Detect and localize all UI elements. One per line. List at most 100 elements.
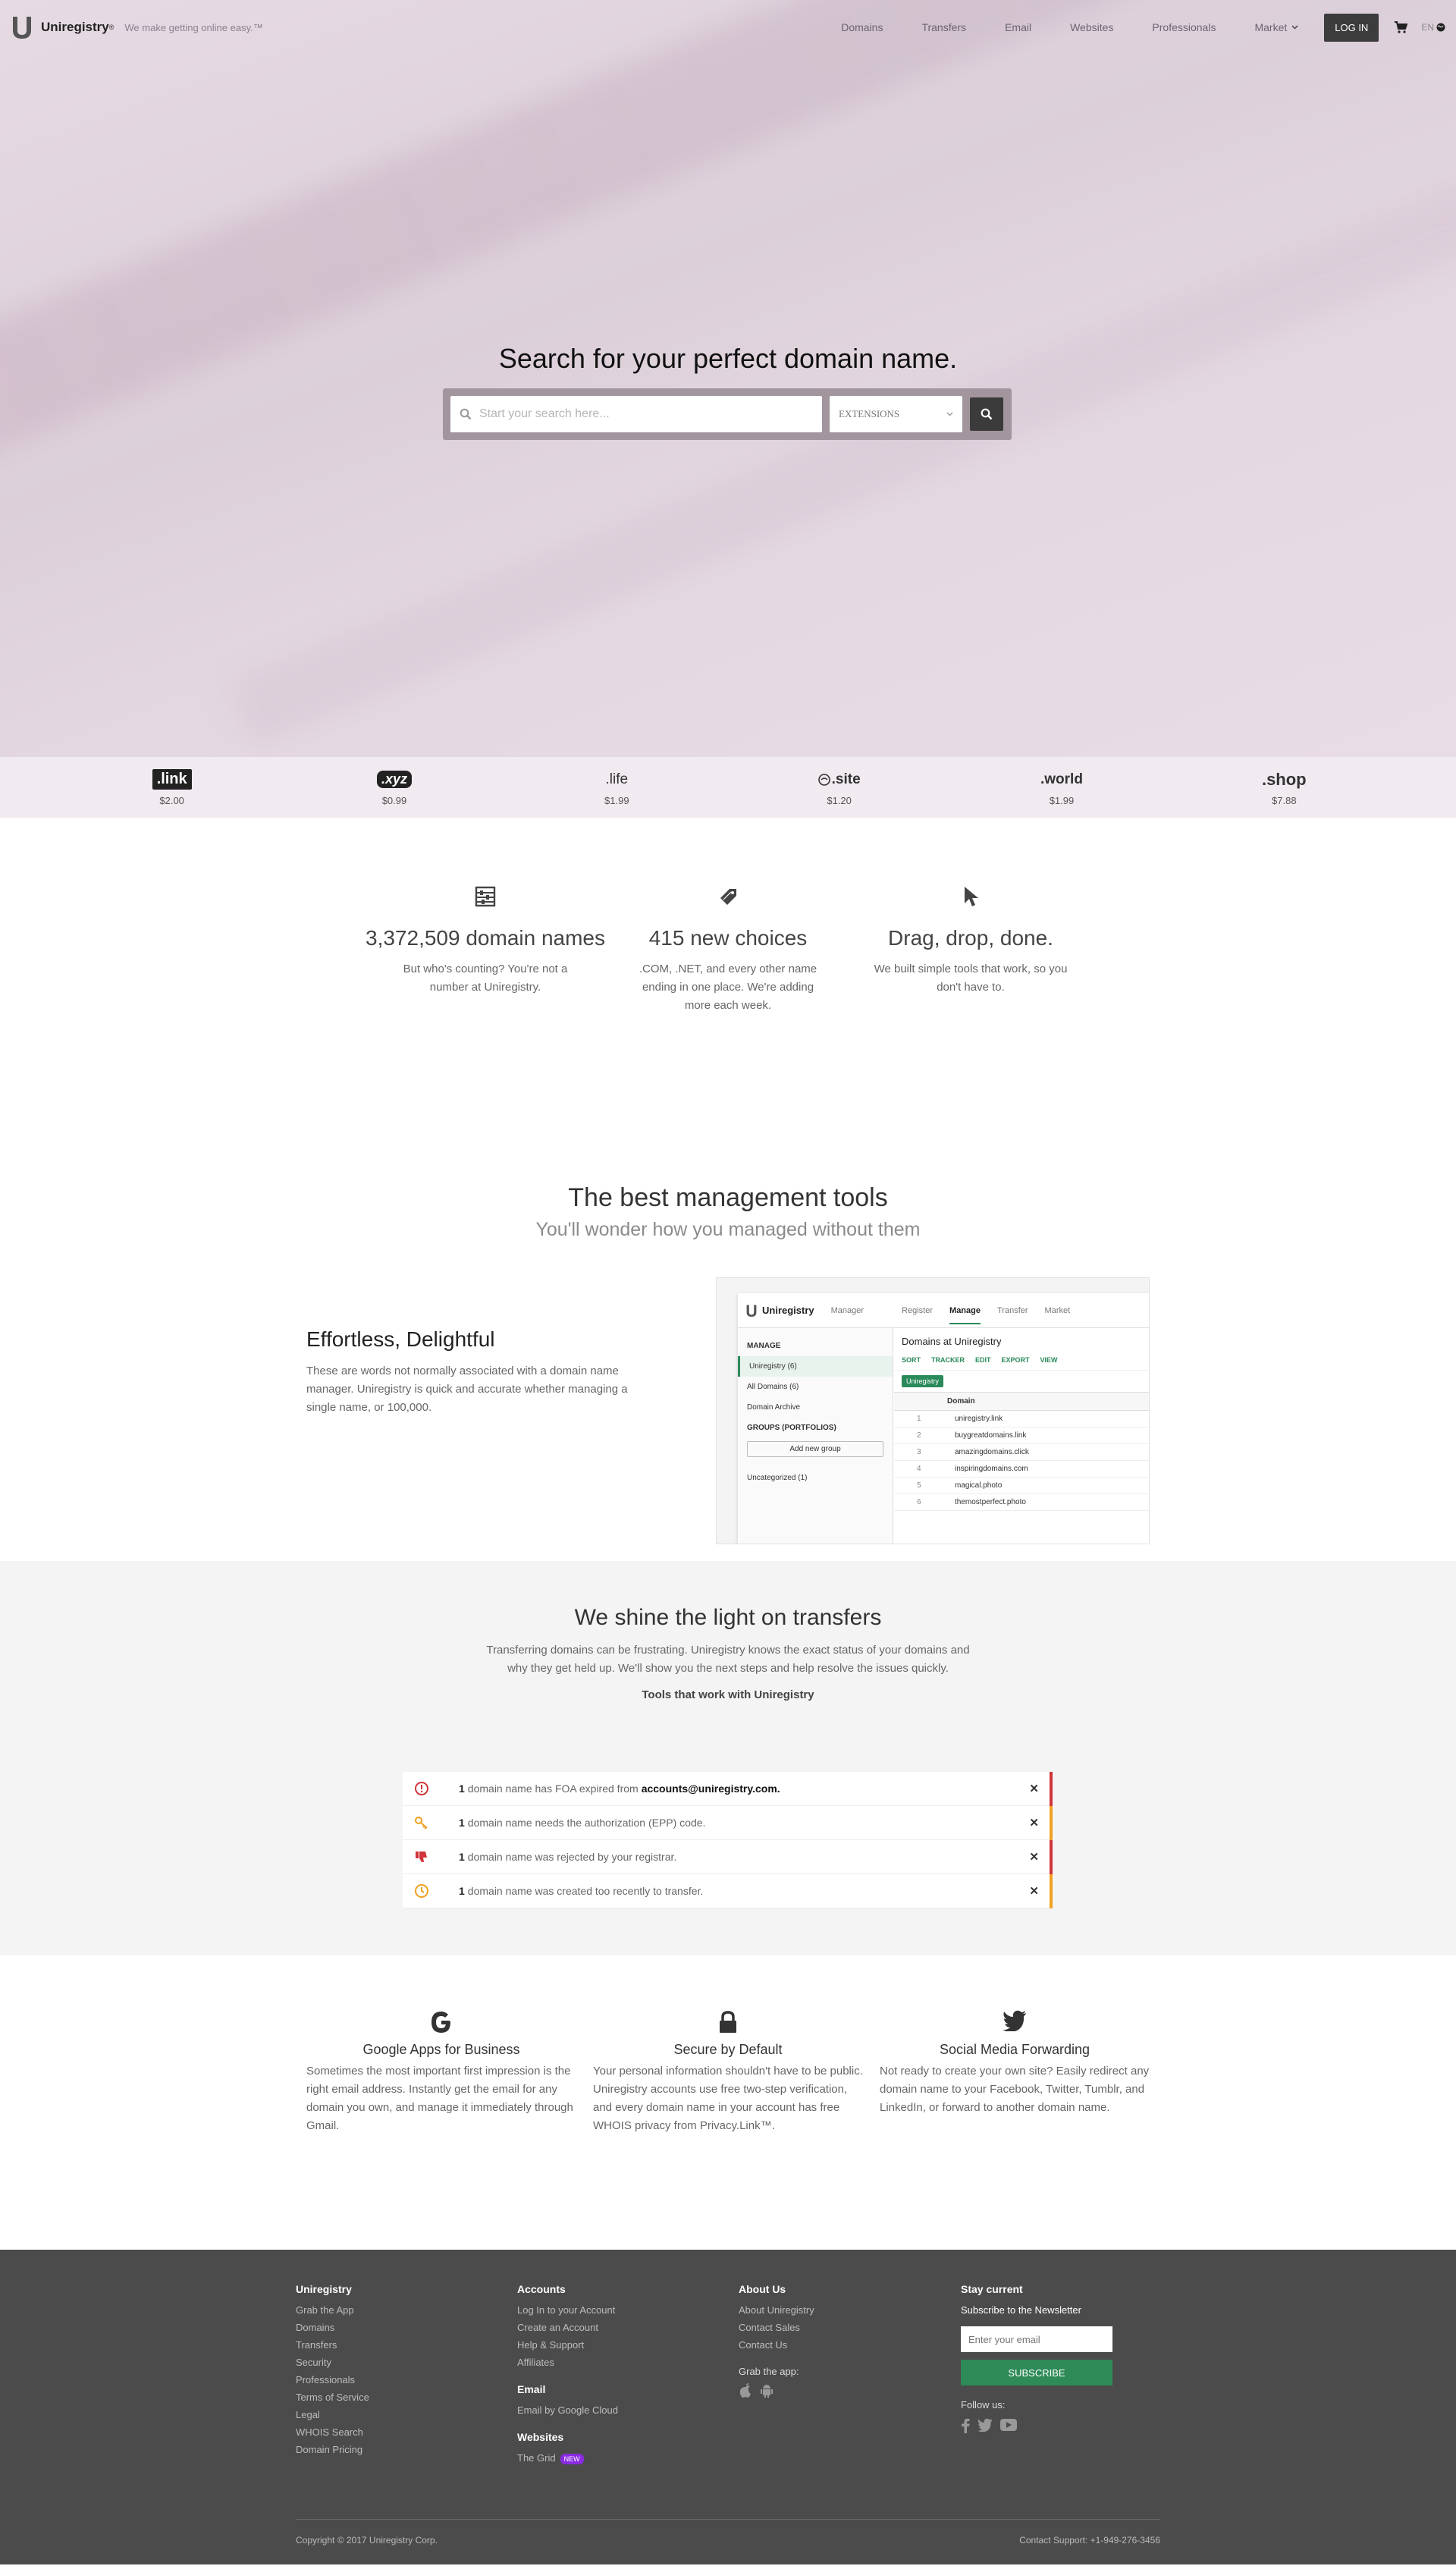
extension-life[interactable]: .life $1.99 <box>556 769 677 806</box>
domain-search-bar: EXTENSIONS <box>443 388 1012 440</box>
footer-divider <box>296 2519 1160 2520</box>
google-icon <box>431 2012 450 2033</box>
extension-price: $2.00 <box>159 794 184 806</box>
close-icon[interactable]: ✕ <box>1029 1782 1039 1795</box>
info-google-apps: Google Apps for Business Sometimes the m… <box>306 2010 576 2250</box>
info-title: Secure by Default <box>673 2042 783 2057</box>
management-heading: Effortless, Delightful <box>306 1327 495 1351</box>
info-text: Your personal information shouldn't have… <box>593 2065 863 2132</box>
management-section: The best management tools You'll wonder … <box>0 1113 1456 1561</box>
footer-link-help[interactable]: Help & Support <box>517 2339 618 2351</box>
footer-grab-app-label: Grab the app: <box>739 2366 799 2377</box>
footer-heading-email: Email <box>517 2383 546 2395</box>
extensions-dropdown[interactable]: EXTENSIONS <box>830 396 962 432</box>
footer-link-create-account[interactable]: Create an Account <box>517 2322 618 2333</box>
footer-link-legal[interactable]: Legal <box>296 2409 369 2420</box>
management-copy: Effortless, Delightful These are words n… <box>306 1327 640 1417</box>
footer-link-pricing[interactable]: Domain Pricing <box>296 2444 369 2455</box>
thumbs-down-icon <box>416 1851 427 1862</box>
apple-icon[interactable] <box>739 2383 752 2398</box>
footer-link-security[interactable]: Security <box>296 2357 369 2368</box>
footer-link-sales[interactable]: Contact Sales <box>739 2322 814 2333</box>
twitter-icon[interactable] <box>977 2418 993 2433</box>
language-selector[interactable]: EN <box>1421 22 1445 33</box>
nav-transfers[interactable]: Transfers <box>921 21 966 33</box>
android-icon[interactable] <box>760 2383 774 2398</box>
top-nav: Uniregistry ® We make getting online easy… <box>0 0 1456 55</box>
extension-price: $1.99 <box>1049 794 1075 806</box>
transfers-title: We shine the light on transfers <box>574 1605 882 1630</box>
close-icon[interactable]: ✕ <box>1029 1884 1039 1898</box>
nav-professionals[interactable]: Professionals <box>1152 21 1216 33</box>
features-section: 3,372,509 domain names But who's countin… <box>0 818 1456 1113</box>
alert-status-bar <box>1050 1806 1053 1840</box>
alert-rejected: 1 domain name was rejected by your regist… <box>403 1840 1053 1874</box>
tag-icon <box>720 889 736 905</box>
info-social: Social Media Forwarding Not ready to cre… <box>880 2010 1150 2250</box>
footer-link-about[interactable]: About Uniregistry <box>739 2304 814 2316</box>
alert-circle-icon <box>415 1782 428 1795</box>
footer-col-about: About Us About Uniregistry Contact Sales… <box>739 2283 814 2398</box>
feature-title: 3,372,509 domain names <box>366 926 605 950</box>
footer-link-grid[interactable]: The Grid NEW <box>517 2452 618 2464</box>
footer-col-newsletter: Stay current Subscribe to the Newsletter… <box>961 2283 1112 2433</box>
nav-market-label: Market <box>1254 21 1288 33</box>
feature-drag-drop: Drag, drop, done. We built simple tools … <box>849 881 1092 1113</box>
extension-xyz[interactable]: .xyz $0.99 <box>334 769 455 806</box>
footer-link-login[interactable]: Log In to your Account <box>517 2304 618 2316</box>
youtube-icon[interactable] <box>1000 2418 1017 2433</box>
nav-domains[interactable]: Domains <box>841 21 883 33</box>
footer-link-domains[interactable]: Domains <box>296 2322 369 2333</box>
brand-tm: ® <box>108 24 115 31</box>
alert-status-bar <box>1050 1874 1053 1908</box>
brand-name: Uniregistry <box>41 20 109 34</box>
extension-site[interactable]: .site $1.20 <box>779 769 900 806</box>
extension-price: $1.20 <box>827 794 852 806</box>
transfers-tools-label: Tools that work with Uniregistry <box>642 1688 814 1701</box>
footer-link-affiliates[interactable]: Affiliates <box>517 2357 618 2368</box>
clock-icon <box>415 1884 428 1898</box>
contact-support: Contact Support: +1-949-276-3456 <box>1019 2535 1160 2546</box>
subscribe-button[interactable]: SUBSCRIBE <box>961 2360 1112 2385</box>
login-button[interactable]: LOG IN <box>1324 13 1379 42</box>
search-button[interactable] <box>970 397 1003 431</box>
info-section: Google Apps for Business Sometimes the m… <box>0 1955 1456 2250</box>
chevron-down-icon <box>1291 25 1298 30</box>
close-icon[interactable]: ✕ <box>1029 1850 1039 1864</box>
copyright: Copyright © 2017 Uniregistry Corp. <box>296 2535 438 2546</box>
logo[interactable]: Uniregistry ® We make getting online easy… <box>11 15 263 39</box>
twitter-icon <box>1003 2010 1026 2031</box>
close-icon[interactable]: ✕ <box>1029 1816 1039 1829</box>
chevron-down-icon <box>946 412 953 416</box>
uniregistry-logo-icon <box>746 1305 757 1317</box>
extension-shop[interactable]: .shop $7.88 <box>1223 769 1345 806</box>
extension-world[interactable]: .world $1.99 <box>1001 769 1122 806</box>
cart-icon[interactable] <box>1394 21 1408 33</box>
footer-link-terms[interactable]: Terms of Service <box>296 2392 369 2403</box>
footer-heading: About Us <box>739 2283 786 2295</box>
extension-price: $1.99 <box>604 794 629 806</box>
footer-heading: Stay current <box>961 2283 1023 2295</box>
newsletter-email-input[interactable] <box>961 2326 1112 2352</box>
nav-market[interactable]: Market <box>1254 21 1298 33</box>
nav-email[interactable]: Email <box>1005 21 1031 33</box>
search-field[interactable] <box>450 396 822 432</box>
footer: Uniregistry Grab the App Domains Transfe… <box>0 2250 1456 2564</box>
nav-websites[interactable]: Websites <box>1070 21 1113 33</box>
extension-price: $0.99 <box>381 794 407 806</box>
footer-link-whois[interactable]: WHOIS Search <box>296 2426 369 2438</box>
footer-link-professionals[interactable]: Professionals <box>296 2374 369 2385</box>
screenshot-sidebar: MANAGE Uniregistry (6) All Domains (6) D… <box>738 1328 893 1544</box>
feature-new-choices: 415 new choices .COM, .NET, and every ot… <box>607 881 849 1113</box>
info-text: Not ready to create your own site? Easil… <box>880 2065 1150 2114</box>
search-input[interactable] <box>479 407 813 421</box>
footer-link-grab-app[interactable]: Grab the App <box>296 2304 369 2316</box>
footer-link-contact[interactable]: Contact Us <box>739 2339 814 2351</box>
transfer-alerts: 1 domain name has FOA expired from account… <box>403 1772 1053 1908</box>
footer-link-transfers[interactable]: Transfers <box>296 2339 369 2351</box>
footer-link-google-email[interactable]: Email by Google Cloud <box>517 2404 618 2416</box>
extension-link[interactable]: .link $2.00 <box>111 769 233 806</box>
search-icon <box>460 408 472 420</box>
language-label: EN <box>1421 22 1434 33</box>
facebook-icon[interactable] <box>961 2418 970 2433</box>
